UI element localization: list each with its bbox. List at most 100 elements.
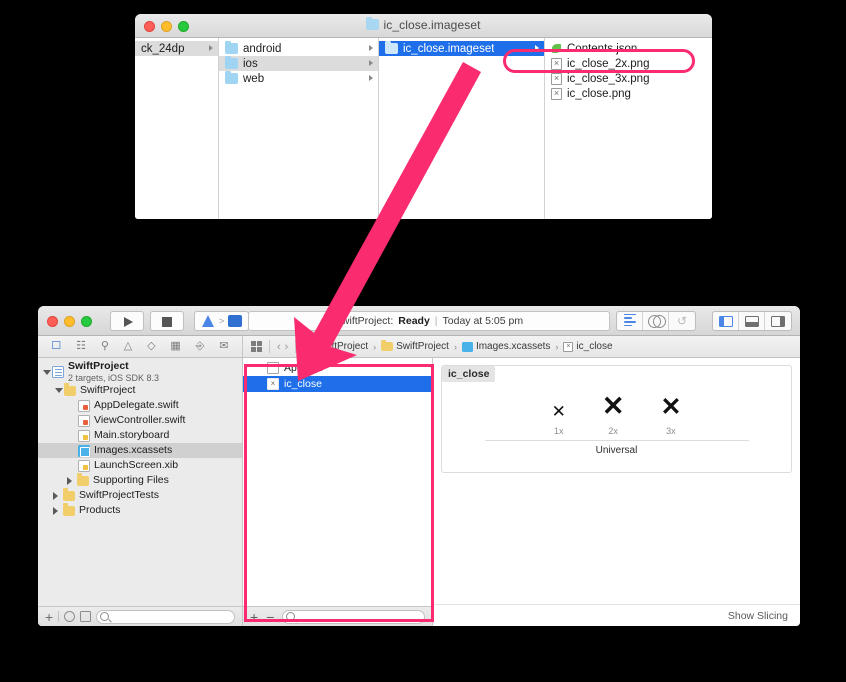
navigator-tree[interactable]: SwiftProject 2 targets, iOS SDK 8.3 Swif… [38, 358, 242, 606]
navigator-filter-input[interactable] [96, 609, 235, 624]
finder-item-label: android [243, 42, 282, 55]
tree-item-label: SwiftProjectTests [79, 488, 159, 501]
debug-navigator-icon[interactable]: ▦ [170, 341, 180, 352]
tree-item-launchscreen-xib[interactable]: LaunchScreen.xib [38, 458, 242, 473]
tree-item-swiftproject-root[interactable]: SwiftProject 2 targets, iOS SDK 8.3 [38, 361, 242, 383]
scale-slot-3x[interactable]: ✕ 3x [660, 395, 681, 437]
tree-item-appdelegate[interactable]: AppDelegate.swift [38, 398, 242, 413]
breadcrumb-item-imageset[interactable]: × ic_close [563, 341, 613, 352]
finder-item-ck24dp[interactable]: ck_24dp [135, 41, 218, 56]
view-toggle-buttons[interactable] [712, 311, 792, 331]
breadcrumb-label: ic_close [576, 341, 613, 352]
version-editor-icon: ↺ [676, 314, 688, 328]
asset-editor[interactable]: ic_close ✕ 1x ✕ 2x ✕ 3x Universal Show S… [433, 358, 800, 626]
standard-editor-button[interactable] [617, 312, 643, 330]
navigator-bottom-bar[interactable]: + [38, 606, 242, 626]
disclosure-triangle[interactable] [50, 492, 60, 500]
breadcrumb-label: Images.xcassets [475, 341, 551, 352]
back-button[interactable]: ‹ [277, 341, 281, 353]
zoom-button[interactable] [81, 316, 92, 327]
scheme-selector[interactable]: > [194, 311, 250, 331]
disclosure-triangle[interactable] [50, 507, 60, 515]
close-button[interactable] [47, 316, 58, 327]
recent-files-icon[interactable] [64, 611, 76, 622]
asset-editor-area[interactable]: ic_close ✕ 1x ✕ 2x ✕ 3x Universal [433, 358, 800, 604]
finder-column-platforms[interactable]: android ios web [219, 38, 379, 219]
finder-item-ios[interactable]: ios [219, 55, 378, 71]
toggle-debug-area-button[interactable] [739, 312, 765, 330]
finder-item-ic-close-png[interactable]: ic_close.png [545, 86, 712, 101]
jump-bar-icon[interactable] [251, 341, 262, 352]
imageset-card[interactable]: ic_close ✕ 1x ✕ 2x ✕ 3x Universal [441, 365, 792, 473]
finder-item-web[interactable]: web [219, 70, 378, 86]
asset-filter-input[interactable] [282, 609, 425, 624]
minimize-button[interactable] [64, 316, 75, 327]
finder-item-ic-close-3x[interactable]: ic_close_3x.png [545, 71, 712, 86]
issue-navigator-icon[interactable]: △ [124, 341, 132, 352]
breakpoint-navigator-icon[interactable]: ⎆ [196, 341, 205, 352]
tree-item-products[interactable]: Products [38, 503, 242, 518]
finder-column-files[interactable]: Contents.json ic_close_2x.png ic_close_3… [545, 38, 712, 219]
editor-mode-buttons[interactable]: ↺ [616, 311, 696, 331]
scale-slot-2x[interactable]: ✕ 2x [602, 393, 625, 437]
tree-item-label: AppDelegate.swift [94, 398, 179, 411]
disclosure-triangle[interactable] [54, 388, 64, 393]
disclosure-triangle[interactable] [64, 477, 74, 485]
disclosure-triangle[interactable] [42, 370, 52, 375]
folder-icon [385, 40, 398, 54]
finder-item-label: ic_close_3x.png [567, 72, 650, 85]
xcode-window[interactable]: > SwiftProject: Ready | Today at 5:05 pm… [38, 306, 800, 626]
project-navigator[interactable]: SwiftProject 2 targets, iOS SDK 8.3 Swif… [38, 358, 243, 626]
finder-column-parent[interactable]: ck_24dp [135, 38, 219, 219]
asset-item-appicon[interactable]: AppIcon [243, 360, 432, 376]
add-asset-button[interactable]: + [250, 610, 258, 624]
symbol-navigator-icon[interactable]: ☷ [76, 341, 86, 352]
folder-icon [225, 40, 238, 54]
asset-catalog-list-panel[interactable]: AppIcon × ic_close + − [243, 358, 433, 626]
report-navigator-icon[interactable]: ✉ [219, 341, 228, 352]
breadcrumb[interactable]: ‹ › SwiftProject › SwiftProject › Images… [243, 336, 800, 357]
destination-device-icon [228, 315, 243, 327]
finder-window[interactable]: ic_close.imageset ck_24dp android ios we… [135, 14, 712, 219]
tree-item-label: SwiftProject [68, 360, 129, 373]
show-slicing-button[interactable]: Show Slicing [728, 610, 788, 622]
finder-item-ic-close-imageset[interactable]: ic_close.imageset [379, 40, 544, 56]
xcode-toolbar[interactable]: > SwiftProject: Ready | Today at 5:05 pm… [38, 306, 800, 336]
run-button[interactable] [110, 311, 144, 331]
finder-column-imageset[interactable]: ic_close.imageset [379, 38, 545, 219]
forward-button[interactable]: › [285, 341, 289, 353]
breadcrumb-item-xcassets[interactable]: Images.xcassets [461, 341, 551, 352]
tree-item-supporting-files[interactable]: Supporting Files [38, 473, 242, 488]
toggle-navigator-button[interactable] [713, 312, 739, 330]
tree-item-swiftprojecttests[interactable]: SwiftProjectTests [38, 488, 242, 503]
navigator-tab-bar[interactable]: ☐ ☷ ⚲ △ ◇ ▦ ⎆ ✉ [38, 336, 243, 357]
xcode-sub-toolbar[interactable]: ☐ ☷ ⚲ △ ◇ ▦ ⎆ ✉ ‹ › SwiftProject › Swift… [38, 336, 800, 358]
assistant-editor-button[interactable] [643, 312, 669, 330]
version-editor-button[interactable]: ↺ [669, 312, 695, 330]
asset-item-ic-close[interactable]: × ic_close [243, 376, 432, 392]
breadcrumb-item-project[interactable]: SwiftProject [303, 341, 368, 352]
source-control-icon[interactable] [80, 611, 92, 622]
scale-slot-1x[interactable]: ✕ 1x [552, 403, 566, 436]
tree-item-viewcontroller[interactable]: ViewController.swift [38, 413, 242, 428]
finder-titlebar[interactable]: ic_close.imageset [135, 14, 712, 38]
test-navigator-icon[interactable]: ◇ [147, 341, 155, 352]
toggle-utilities-button[interactable] [765, 312, 791, 330]
asset-catalog-list[interactable]: AppIcon × ic_close [243, 358, 432, 606]
finder-item-contents-json[interactable]: Contents.json [545, 41, 712, 56]
tree-item-swiftproject-group[interactable]: SwiftProject [38, 383, 242, 398]
project-navigator-icon[interactable]: ☐ [51, 341, 61, 352]
stop-button[interactable] [150, 311, 184, 331]
find-navigator-icon[interactable]: ⚲ [101, 341, 109, 352]
add-file-button[interactable]: + [45, 610, 53, 624]
asset-list-bottom-bar[interactable]: + − [243, 606, 432, 626]
editor-bottom-bar[interactable]: Show Slicing [433, 604, 800, 626]
finder-item-android[interactable]: android [219, 40, 378, 56]
finder-item-ic-close-2x[interactable]: ic_close_2x.png [545, 56, 712, 71]
folder-icon [225, 70, 238, 84]
breadcrumb-item-group[interactable]: SwiftProject [381, 339, 449, 352]
tree-item-main-storyboard[interactable]: Main.storyboard [38, 428, 242, 443]
tree-item-images-xcassets[interactable]: Images.xcassets [38, 443, 242, 458]
remove-asset-button[interactable]: − [266, 610, 274, 624]
tree-item-label: Products [79, 503, 121, 516]
